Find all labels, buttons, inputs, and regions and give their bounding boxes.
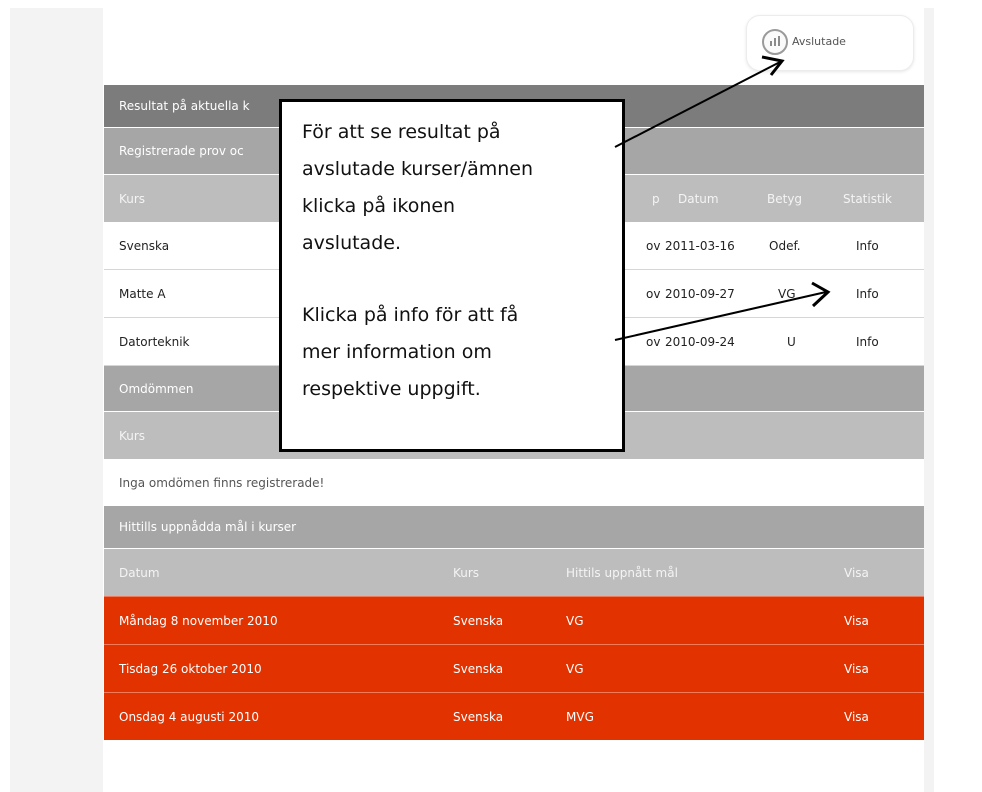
annotation-arrows: [614, 55, 831, 341]
arrow-to-avslutade: [614, 61, 781, 148]
arrow-to-info: [614, 291, 827, 341]
